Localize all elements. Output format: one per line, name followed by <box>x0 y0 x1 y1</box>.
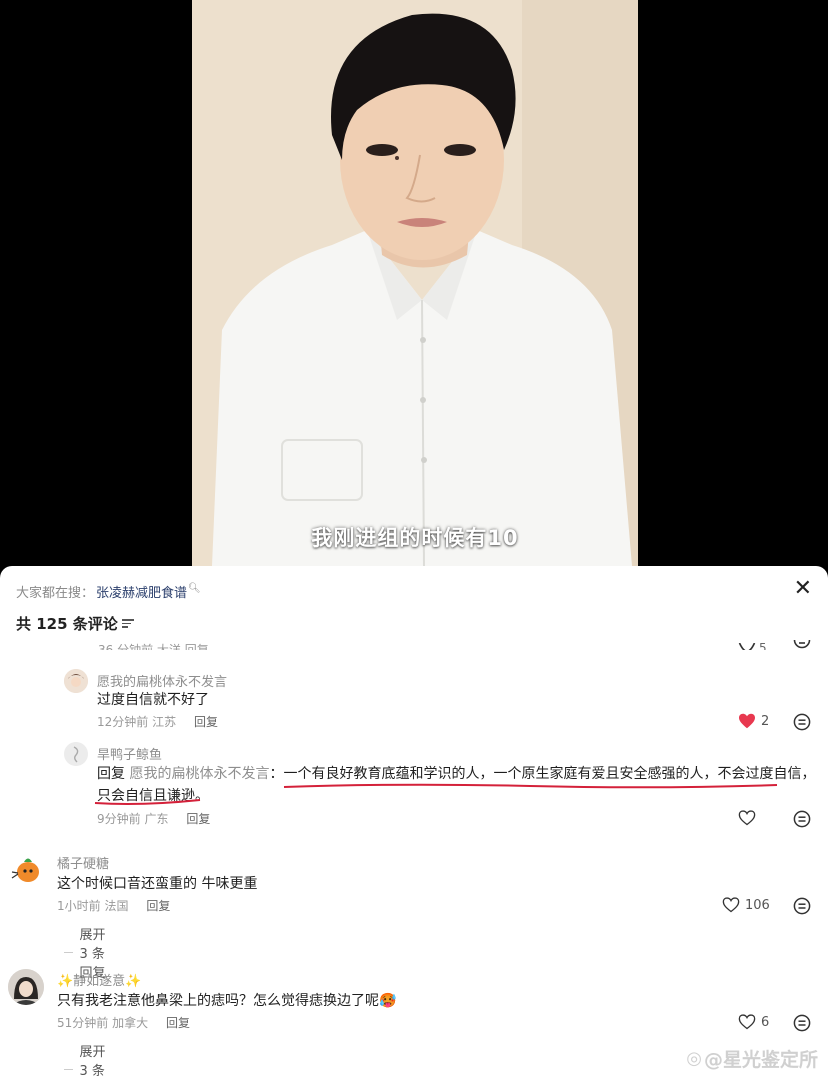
comment-location: 法国 <box>104 899 129 913</box>
avatar[interactable] <box>8 969 44 1005</box>
comment-time: 12分钟前 <box>97 715 149 729</box>
avatar[interactable] <box>8 852 44 888</box>
watermark: ◎ @星光鉴定所 <box>686 1045 818 1072</box>
expand-replies-button[interactable]: 展开 3 条回复 <box>64 1041 109 1080</box>
divider <box>64 952 74 953</box>
heart-outline-icon <box>738 643 756 650</box>
close-icon[interactable]: ✕ <box>794 578 812 600</box>
video-subtitle: 我刚进组的时候有10 <box>311 526 519 550</box>
comment-text: ：一个有良好教育底蕴和学识的人，一个原生家庭有爱且安全感强的人，不会过度自信， <box>269 766 816 782</box>
like-button[interactable]: 6 <box>738 1014 769 1030</box>
comment-meta: 51分钟前 加拿大 回复 <box>57 1014 190 1031</box>
more-options-icon[interactable] <box>793 1014 811 1032</box>
heart-outline-icon <box>738 1014 756 1030</box>
previous-comment-like-count: 5 <box>759 641 767 650</box>
previous-comment-likes[interactable]: 5 <box>738 641 767 650</box>
reply-prefix: 回复 <box>97 766 125 782</box>
expand-replies-label: 展开 3 条回复 <box>79 1045 106 1079</box>
like-button[interactable]: 106 <box>722 897 770 913</box>
comment-meta: 1小时前 法国 回复 <box>57 897 170 914</box>
comment-time: 1小时前 <box>57 899 101 913</box>
video-still-image <box>192 0 638 566</box>
heart-outline-icon <box>738 810 756 826</box>
search-icon: 🔍︎ <box>188 583 201 594</box>
search-suggestion[interactable]: 大家都在搜： 张凌赫减肥食谱 🔍︎ <box>16 582 201 601</box>
reply-button[interactable]: 回复 <box>146 899 170 913</box>
comment-time: 51分钟前 <box>57 1016 109 1030</box>
comment-time: 9分钟前 <box>97 812 141 826</box>
reply-to-username[interactable]: 愿我的扁桃体永不发言 <box>129 766 269 782</box>
comment-text-line-2: 只会自信且谦逊。 <box>97 788 209 804</box>
comment-username[interactable]: 橘子硬糖 <box>57 853 109 872</box>
watermark-text: @星光鉴定所 <box>703 1049 818 1071</box>
more-options-icon[interactable] <box>793 810 811 828</box>
heart-filled-icon <box>739 713 755 729</box>
comment-count-label: 共 125 条评论 <box>16 615 118 633</box>
comment-meta: 12分钟前 江苏 回复 <box>97 713 218 730</box>
comment-location: 加拿大 <box>112 1016 149 1030</box>
weibo-logo-icon: ◎ <box>686 1048 702 1069</box>
reply-button[interactable]: 回复 <box>186 812 210 826</box>
reply-button[interactable]: 回复 <box>166 1016 190 1030</box>
avatar[interactable] <box>64 669 88 693</box>
comment-username[interactable]: 愿我的扁桃体永不发言 <box>97 671 227 690</box>
like-button[interactable]: 2 <box>738 713 769 729</box>
comment-sheet: 大家都在搜： 张凌赫减肥食谱 🔍︎ ✕ 共 125 条评论 36 分钟前 大洋 … <box>0 566 828 1080</box>
like-count: 106 <box>745 897 770 913</box>
user-avatar-image <box>64 742 88 766</box>
divider <box>64 1069 74 1070</box>
more-options-icon[interactable] <box>793 713 811 731</box>
previous-comment-meta: 36 分钟前 大洋 回复 <box>98 643 209 650</box>
comment-username[interactable]: 旱鸭子鲸鱼 <box>97 744 162 763</box>
heart-outline-icon <box>722 897 740 913</box>
more-options-icon[interactable] <box>793 640 811 650</box>
video-frame: 我刚进组的时候有10 <box>192 0 638 566</box>
avatar[interactable] <box>64 742 88 766</box>
comment-text: 过度自信就不好了 <box>97 692 209 708</box>
user-avatar-image <box>8 852 44 888</box>
comment-meta: 9分钟前 广东 回复 <box>97 810 210 827</box>
like-count: 6 <box>761 1014 770 1030</box>
comment-count-header: 共 125 条评论 <box>16 613 134 634</box>
sort-icon[interactable] <box>121 617 134 630</box>
like-button[interactable] <box>738 810 761 826</box>
search-prefix: 大家都在搜： <box>16 586 95 601</box>
user-avatar-image <box>64 669 88 693</box>
comment-username[interactable]: ✨静如遂意✨ <box>57 970 141 989</box>
user-avatar-image <box>8 969 44 1005</box>
reply-button[interactable]: 回复 <box>194 715 218 729</box>
like-count: 2 <box>761 713 770 729</box>
comment-text-line-1: 回复 愿我的扁桃体永不发言：一个有良好教育底蕴和学识的人，一个原生家庭有爱且安全… <box>97 763 815 785</box>
search-term-link[interactable]: 张凌赫减肥食谱 <box>96 582 187 601</box>
comment-text: 只有我老注意他鼻梁上的痣吗？怎么觉得痣换边了呢🥵 <box>57 993 397 1009</box>
comment-location: 广东 <box>144 812 169 826</box>
more-options-icon[interactable] <box>793 897 811 915</box>
video-player[interactable]: 我刚进组的时候有10 <box>0 0 828 566</box>
comment-text: 这个时候口音还蛮重的 牛味更重 <box>57 876 258 892</box>
comment-location: 江苏 <box>152 715 177 729</box>
